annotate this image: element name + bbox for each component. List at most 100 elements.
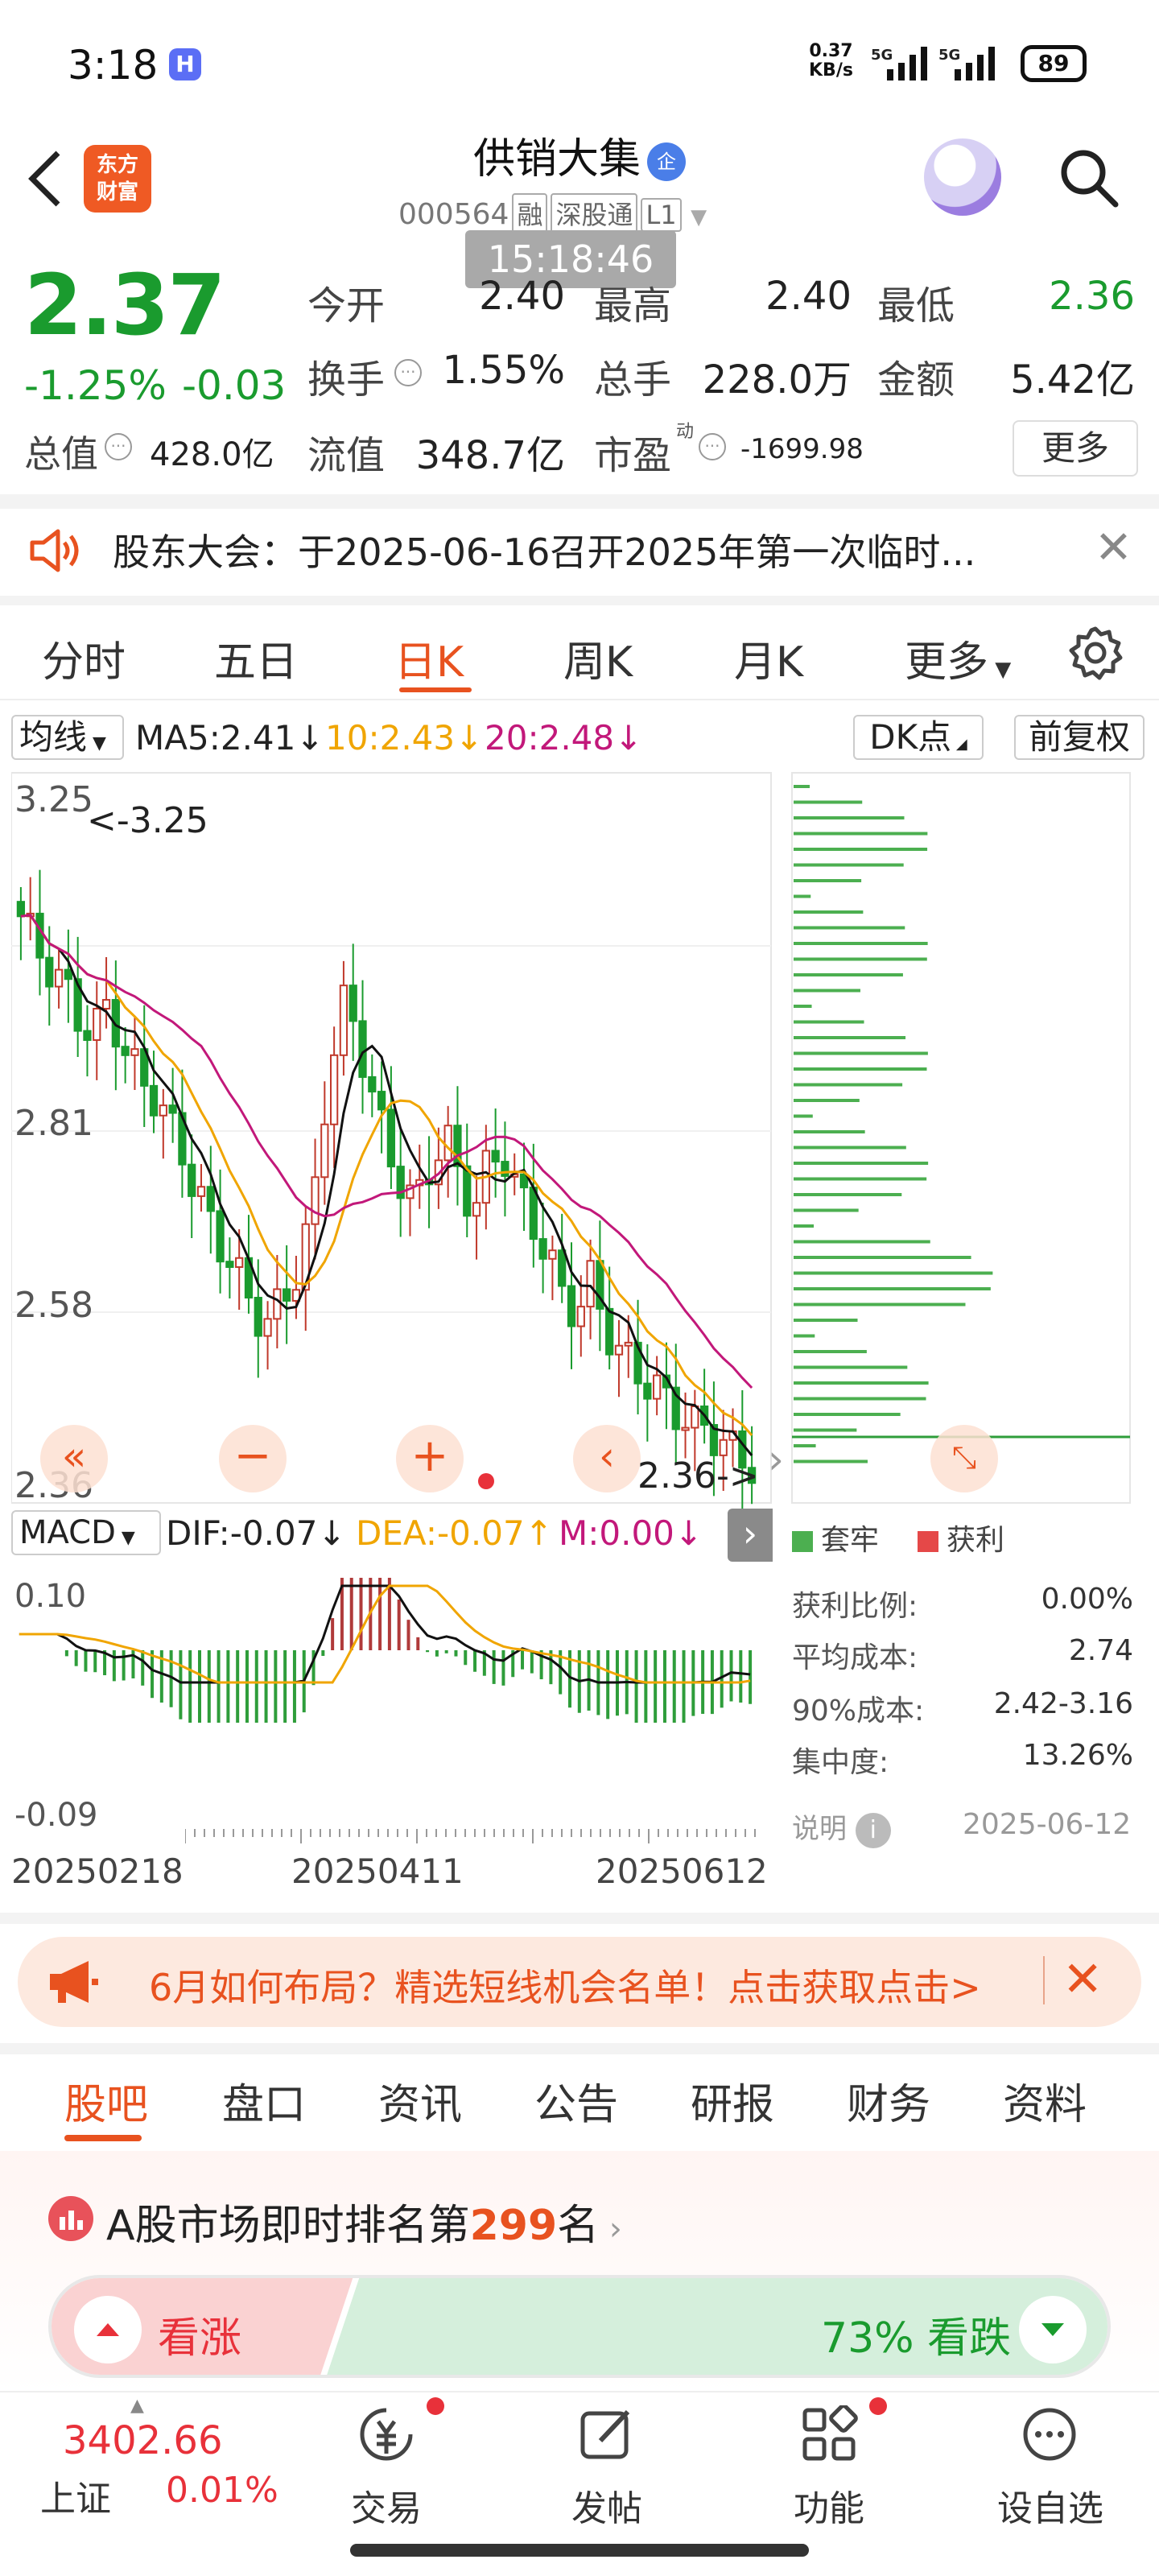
bottom-tab-indicator: [64, 2135, 142, 2141]
expand-indicator-icon[interactable]: ›: [728, 1509, 773, 1562]
candle-body: [605, 1307, 614, 1356]
x-date-end: 20250612: [596, 1852, 768, 1891]
cost90-label: 90%成本:: [792, 1695, 925, 1728]
tab-research[interactable]: 研报: [691, 2070, 774, 2131]
nav-add-watch-label[interactable]: 设自选: [990, 2479, 1111, 2531]
candle-body: [273, 1288, 282, 1320]
profit-ratio-value: 0.00%: [1041, 1583, 1133, 1616]
chip-bar: [794, 1287, 991, 1290]
close-banner-icon[interactable]: ✕: [1062, 1951, 1103, 2008]
vote-up-label[interactable]: 看涨: [158, 2304, 241, 2364]
vote-up-button[interactable]: [74, 2296, 142, 2363]
caret-up-icon: ▲: [130, 2396, 144, 2416]
tab-more[interactable]: 更多 ▼: [905, 628, 1011, 688]
market-ranking[interactable]: A股市场即时排名第299名 ›: [106, 2191, 622, 2252]
fullscreen-icon[interactable]: ⤡: [930, 1425, 998, 1492]
ma5-value: MA5:2.41↓: [135, 718, 324, 758]
chip-bar: [794, 1224, 815, 1228]
tab-finance[interactable]: 财务: [847, 2070, 930, 2131]
chip-bar: [794, 848, 928, 851]
close-icon[interactable]: ✕: [1095, 522, 1132, 574]
more-dots-icon[interactable]: [1021, 2405, 1079, 2463]
open-value: 2.40: [479, 274, 565, 319]
tab-pankou[interactable]: 盘口: [222, 2070, 306, 2131]
nav-post-label[interactable]: 发帖: [559, 2479, 655, 2531]
candle-body: [159, 1104, 167, 1117]
tab-guba[interactable]: 股吧: [64, 2070, 148, 2131]
active-tab-indicator: [399, 687, 472, 692]
tab-profile[interactable]: 资料: [1003, 2070, 1087, 2131]
candle-body: [206, 1186, 215, 1212]
info-icon[interactable]: ···: [394, 359, 422, 386]
info-icon-pe[interactable]: ···: [699, 433, 726, 460]
candle-body: [386, 1108, 396, 1168]
chip-bar: [794, 1240, 930, 1244]
stock-code: 000564: [398, 198, 509, 231]
home-indicator[interactable]: [350, 2544, 809, 2557]
candle-body: [235, 1257, 244, 1269]
candle-body: [64, 968, 73, 980]
tab-intraday[interactable]: 分时: [42, 628, 126, 688]
scroll-left-icon[interactable]: «: [40, 1425, 108, 1492]
shareholder-meeting-notice[interactable]: 股东大会：于2025-06-16召开2025年第一次临时...: [113, 523, 1022, 576]
chip-bar: [794, 1271, 993, 1275]
candle-body: [330, 1054, 339, 1125]
more-quote-button[interactable]: 更多: [1013, 420, 1138, 477]
amount-label: 金额: [877, 357, 955, 402]
index-value[interactable]: 3402.66: [63, 2418, 223, 2463]
tab-news[interactable]: 资讯: [378, 2070, 462, 2131]
concentration-label: 集中度:: [792, 1746, 889, 1779]
dea-value: DEA:-0.07↑: [356, 1513, 553, 1553]
candle-body: [586, 1260, 595, 1308]
vote-down-label[interactable]: 73% 看跌: [821, 2304, 1011, 2364]
tab-five-day[interactable]: 五日: [214, 628, 298, 688]
candle-body: [624, 1341, 633, 1347]
zoom-in-icon[interactable]: +: [396, 1425, 464, 1492]
min-price-marker: 2.36->: [637, 1455, 759, 1496]
trade-icon[interactable]: [357, 2405, 415, 2463]
zoom-out-icon[interactable]: −: [219, 1425, 287, 1492]
search-icon[interactable]: [1056, 145, 1120, 209]
assistant-robot-icon[interactable]: [924, 138, 1001, 216]
divider-3: [0, 1913, 1159, 1924]
kline-chart[interactable]: [11, 769, 1138, 1509]
gear-icon[interactable]: [1067, 625, 1124, 681]
candle-body: [130, 1048, 139, 1056]
indicator-selector[interactable]: MACD ▼: [11, 1510, 161, 1555]
info-icon-mcap[interactable]: ···: [105, 433, 132, 460]
stock-name: 供销大集: [472, 135, 641, 184]
ma-selector[interactable]: 均线 ▼: [11, 715, 124, 760]
nav-function-label[interactable]: 功能: [781, 2479, 877, 2531]
volume-label: 总手: [594, 357, 672, 402]
candle-body: [311, 1176, 320, 1225]
step-right-icon[interactable]: ›: [768, 1436, 784, 1483]
index-name[interactable]: 上证: [40, 2470, 111, 2521]
nav-trade-label[interactable]: 交易: [338, 2479, 435, 2531]
macd-chart[interactable]: [11, 1562, 776, 1843]
index-change: 0.01%: [166, 2470, 278, 2511]
vote-down-button[interactable]: [1019, 2296, 1087, 2363]
tab-monthly-k[interactable]: 月K: [734, 628, 803, 688]
mcap-label: 总值: [24, 432, 98, 476]
divider-4: [0, 2043, 1159, 2054]
step-left-icon[interactable]: ‹: [573, 1425, 641, 1492]
speaker-icon: [30, 529, 79, 572]
avg-cost-label: 平均成本:: [792, 1641, 918, 1674]
explain-link[interactable]: 说明 i: [792, 1806, 891, 1848]
stock-subtitle[interactable]: 000564 融深股通 L1 ▼: [398, 193, 707, 233]
function-grid-icon[interactable]: [800, 2405, 858, 2463]
tab-weekly-k[interactable]: 周K: [563, 628, 633, 688]
ma20-value: 20:2.48↓: [485, 718, 643, 758]
change-pct: -1.25%: [24, 362, 167, 409]
turnover-value: 1.55%: [442, 348, 565, 393]
candle-body: [368, 1075, 377, 1093]
chip-bar: [794, 1302, 966, 1307]
adjust-button[interactable]: 前复权: [1014, 715, 1145, 760]
tab-daily-k[interactable]: 日K: [394, 628, 464, 688]
chip-bar: [794, 1256, 971, 1259]
tab-announcement[interactable]: 公告: [534, 2070, 618, 2131]
dk-point-button[interactable]: DK点 ◢: [853, 715, 984, 760]
promo-banner-text[interactable]: 6月如何布局？精选短线机会名单！点击获取点击>: [149, 1959, 981, 2012]
info-icon-chip: i: [855, 1812, 891, 1848]
compose-icon[interactable]: [578, 2405, 636, 2463]
